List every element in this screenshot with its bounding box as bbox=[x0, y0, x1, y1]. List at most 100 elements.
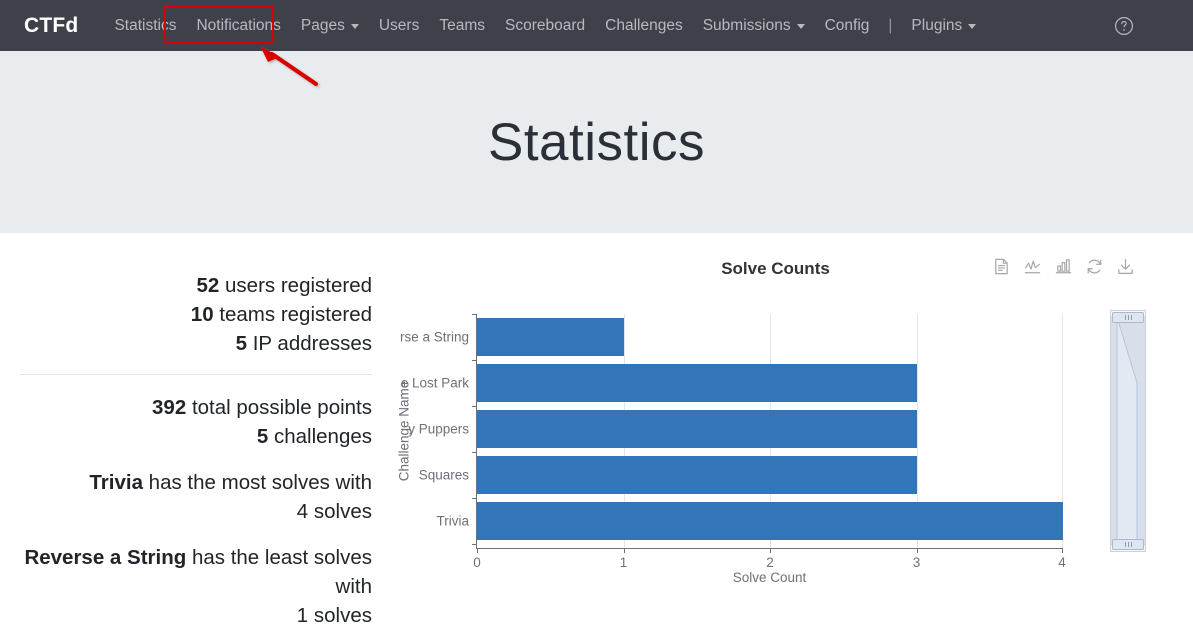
nav-item-submissions[interactable]: Submissions bbox=[693, 11, 815, 41]
nav-item-plugins[interactable]: Plugins bbox=[901, 11, 986, 41]
x-axis-title: Solve Count bbox=[732, 570, 807, 585]
y-axis-label: y Puppers bbox=[408, 421, 469, 437]
y-axis-label: e Lost Park bbox=[400, 375, 469, 391]
statistics-summary: 52 users registered 10 teams registered … bbox=[0, 247, 392, 630]
grip-line bbox=[1124, 542, 1126, 547]
question-circle-icon[interactable] bbox=[1113, 15, 1135, 37]
data-zoom-slider[interactable] bbox=[1110, 310, 1146, 552]
stat-total-points: 392 total possible points bbox=[0, 393, 392, 422]
chevron-down-icon bbox=[968, 24, 977, 29]
gridline-1 bbox=[623, 314, 625, 548]
nav-separator: | bbox=[888, 16, 893, 34]
chevron-down-icon bbox=[350, 24, 359, 29]
nav-item-config[interactable]: Config bbox=[815, 11, 880, 41]
y-tick bbox=[472, 498, 477, 499]
top-navbar: CTFd Statistics Notifications Pages User… bbox=[0, 0, 1193, 51]
x-tick bbox=[916, 548, 918, 553]
nav-item-scoreboard[interactable]: Scoreboard bbox=[495, 11, 595, 41]
brand-logo[interactable]: CTFd bbox=[24, 14, 78, 38]
section-divider bbox=[20, 374, 372, 375]
grip-line bbox=[1130, 542, 1132, 547]
nav-item-notifications[interactable]: Notifications bbox=[186, 11, 290, 41]
registration-stats: 52 users registered 10 teams registered … bbox=[0, 271, 392, 358]
least-solves-line: Reverse a String has the least solves wi… bbox=[0, 543, 392, 601]
x-tick bbox=[1062, 548, 1063, 553]
x-axis-tick-label: 1 bbox=[619, 555, 628, 570]
bar[interactable] bbox=[477, 318, 624, 356]
line-chart-icon[interactable] bbox=[1023, 257, 1042, 276]
stat-ip-addresses: 5 IP addresses bbox=[0, 329, 392, 358]
stat-label: total possible points bbox=[191, 396, 372, 419]
nav-item-label: Pages bbox=[300, 16, 345, 34]
y-tick bbox=[472, 544, 477, 545]
bar[interactable] bbox=[477, 456, 917, 494]
least-solves-text: has the least solves with bbox=[191, 546, 372, 598]
nav-item-label: Challenges bbox=[605, 16, 683, 34]
stat-value: 10 bbox=[190, 303, 214, 326]
bar[interactable] bbox=[477, 410, 917, 448]
grip-line bbox=[1127, 315, 1129, 320]
download-icon[interactable] bbox=[1116, 257, 1135, 276]
data-zoom-data-shadow bbox=[1116, 316, 1138, 546]
nav-items: Statistics Notifications Pages Users Tea… bbox=[104, 11, 1113, 41]
nav-item-label: Notifications bbox=[196, 16, 281, 34]
bar-row[interactable]: Squares bbox=[419, 452, 917, 494]
data-zoom-handle-bottom[interactable] bbox=[1112, 539, 1144, 550]
bar-chart-icon[interactable] bbox=[1054, 257, 1073, 276]
grip-line bbox=[1130, 315, 1132, 320]
chart-plot-area: rse a String e Lost Park y Puppers Squar… bbox=[397, 314, 1066, 585]
y-axis-label: Squares bbox=[418, 467, 469, 483]
most-solves-line: Trivia has the most solves with bbox=[0, 468, 392, 497]
bar-row[interactable]: e Lost Park bbox=[401, 360, 917, 402]
page-title: Statistics bbox=[487, 112, 706, 172]
data-view-icon[interactable] bbox=[992, 257, 1011, 276]
bar-row[interactable]: y Puppers bbox=[408, 406, 917, 448]
y-tick bbox=[472, 360, 477, 361]
stat-label: challenges bbox=[273, 425, 372, 448]
nav-item-users[interactable]: Users bbox=[369, 11, 429, 41]
nav-item-label: Scoreboard bbox=[505, 16, 586, 34]
chart-clip-region: rse a String e Lost Park y Puppers Squar… bbox=[392, 302, 1193, 592]
x-tick bbox=[477, 548, 478, 553]
nav-item-label: Plugins bbox=[911, 16, 963, 34]
bar[interactable] bbox=[477, 364, 917, 402]
data-zoom-handle-top[interactable] bbox=[1112, 312, 1144, 323]
nav-item-label: Statistics bbox=[114, 16, 177, 34]
restore-icon[interactable] bbox=[1085, 257, 1104, 276]
bar-row[interactable]: rse a String bbox=[400, 314, 624, 356]
y-tick bbox=[472, 452, 477, 453]
stat-value: 5 bbox=[235, 332, 248, 355]
stat-value: 52 bbox=[196, 274, 220, 297]
stat-users-registered: 52 users registered bbox=[0, 271, 392, 300]
nav-item-label: Config bbox=[824, 16, 870, 34]
stat-value: 5 bbox=[256, 425, 269, 448]
nav-item-label: Teams bbox=[439, 16, 485, 34]
bar[interactable] bbox=[477, 502, 1063, 540]
most-solves-stat: Trivia has the most solves with 4 solves bbox=[0, 468, 392, 526]
stat-challenges: 5 challenges bbox=[0, 422, 392, 451]
nav-item-teams[interactable]: Teams bbox=[429, 11, 495, 41]
gridline-3 bbox=[916, 314, 918, 548]
chevron-down-icon bbox=[796, 24, 805, 29]
nav-item-statistics[interactable]: Statistics bbox=[104, 11, 186, 41]
stat-label: teams registered bbox=[219, 303, 372, 326]
chart-axes: rse a String e Lost Park y Puppers Squar… bbox=[397, 314, 1066, 585]
x-tick bbox=[623, 548, 625, 553]
y-tick bbox=[472, 406, 477, 407]
solve-counts-chart: Solve Counts rse a String e Lost Park y … bbox=[392, 247, 1193, 597]
least-solves-challenge-name: Reverse a String bbox=[24, 546, 187, 569]
x-axis-tick-label: 0 bbox=[473, 555, 481, 570]
nav-item-challenges[interactable]: Challenges bbox=[595, 11, 693, 41]
gridline-2 bbox=[770, 314, 771, 548]
most-solves-count: 4 solves bbox=[296, 500, 372, 523]
nav-item-pages[interactable]: Pages bbox=[291, 11, 369, 41]
main-content: 52 users registered 10 teams registered … bbox=[0, 233, 1193, 630]
stat-label: IP addresses bbox=[252, 332, 372, 355]
most-solves-challenge-name: Trivia bbox=[89, 471, 143, 494]
gridline-4 bbox=[1062, 314, 1063, 548]
bar-row[interactable]: Trivia bbox=[437, 498, 1063, 545]
challenge-stats: 392 total possible points 5 challenges bbox=[0, 393, 392, 451]
y-axis-title: Challenge Name bbox=[396, 380, 412, 482]
nav-item-label: Submissions bbox=[702, 16, 791, 34]
y-axis-label: Trivia bbox=[436, 513, 470, 529]
